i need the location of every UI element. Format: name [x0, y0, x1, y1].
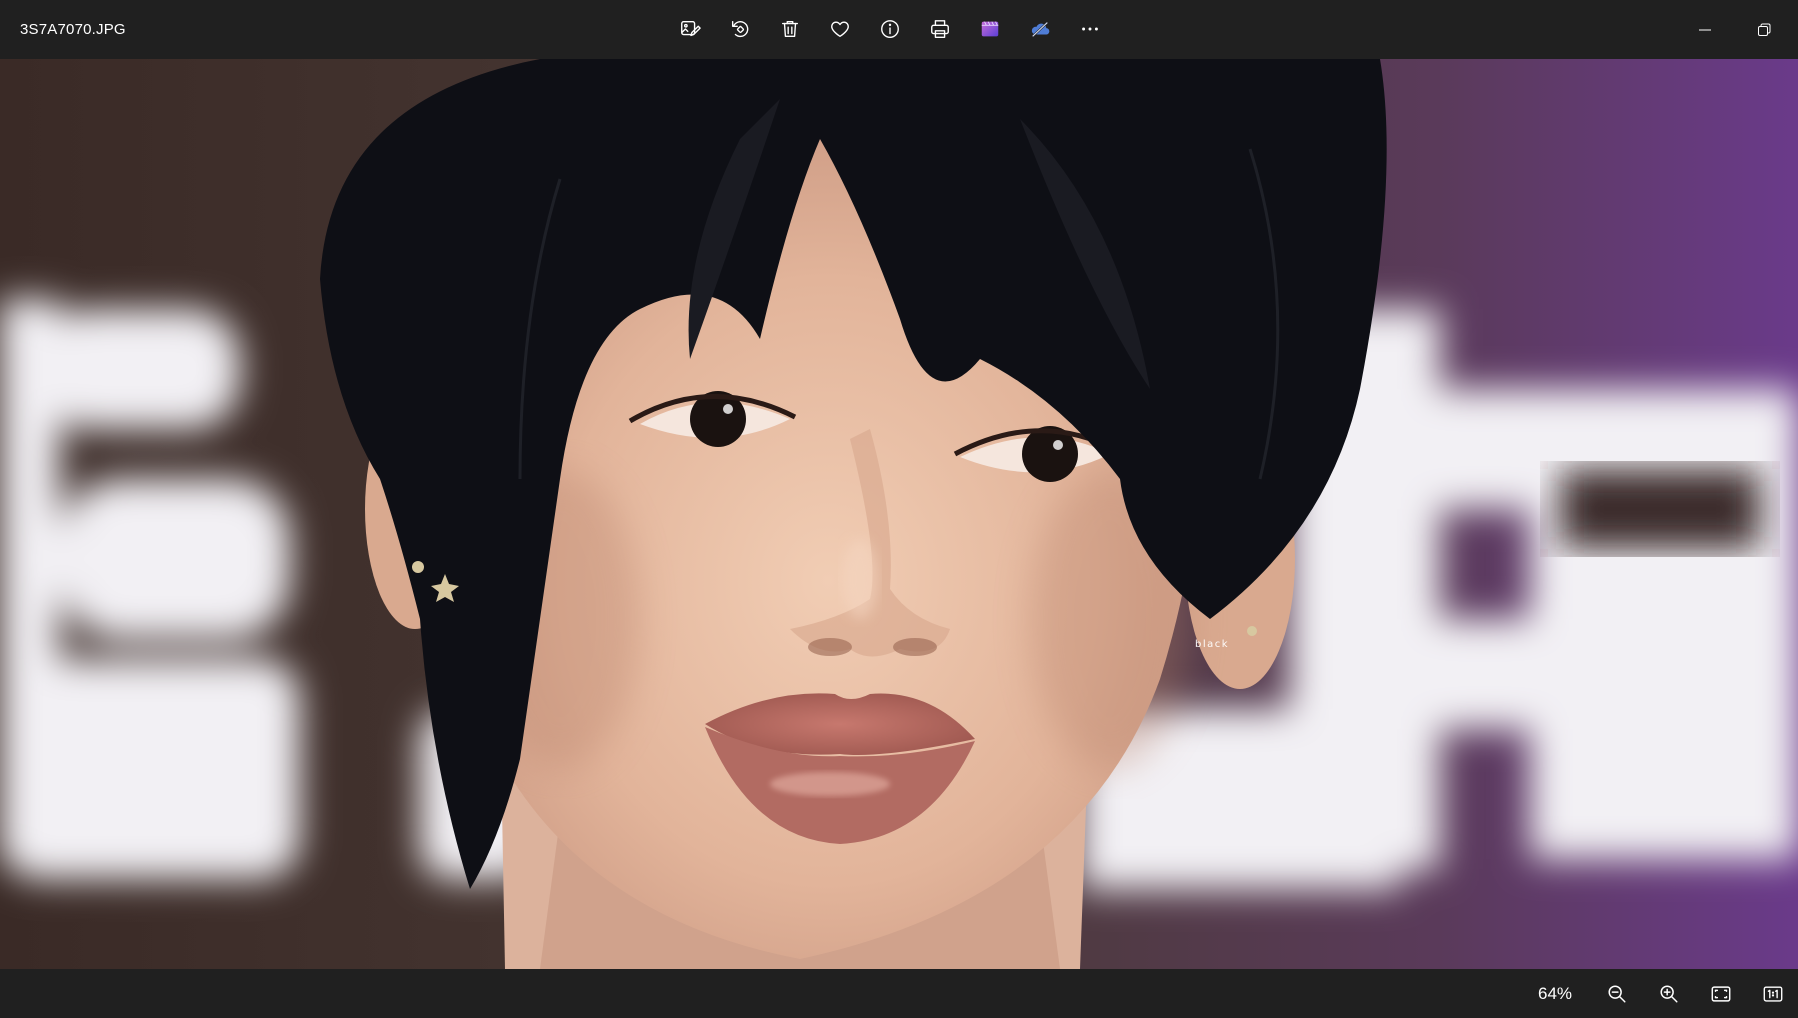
onedrive-button[interactable] [1015, 4, 1065, 54]
fit-to-window-icon [1711, 986, 1731, 1002]
minimize-button[interactable] [1676, 0, 1734, 59]
zoom-level: 64% [1538, 984, 1573, 1003]
file-name: 3S7A7070.JPG [20, 21, 126, 38]
image-toolbar [665, 4, 1115, 54]
bottom-bar: 64% [0, 969, 1798, 1018]
more-icon [1082, 27, 1098, 31]
title-bar: 3S7A7070.JPG [0, 0, 1798, 59]
edit-image-icon [681, 20, 701, 37]
zoom-out-icon [1608, 985, 1626, 1003]
trash-icon [781, 20, 799, 38]
onedrive-icon [1031, 21, 1050, 38]
photos-app-window: 3S7A7070.JPG black 64% [0, 0, 1798, 1018]
edit-image-button[interactable] [665, 4, 715, 54]
restore-button[interactable] [1735, 0, 1793, 59]
portrait-photo [0, 59, 1798, 969]
rotate-icon [731, 20, 749, 38]
fit-to-window-button[interactable] [1700, 973, 1742, 1015]
zoom-out-button[interactable] [1596, 973, 1638, 1015]
actual-size-icon [1763, 986, 1783, 1002]
info-icon [881, 20, 899, 38]
clipchamp-icon [981, 21, 999, 37]
zoom-in-button[interactable] [1648, 973, 1690, 1015]
zoom-in-icon [1660, 985, 1678, 1003]
favorite-button[interactable] [815, 4, 865, 54]
file-info-button[interactable] [865, 4, 915, 54]
rotate-button[interactable] [715, 4, 765, 54]
minimize-icon [1699, 29, 1711, 30]
more-options-button[interactable] [1065, 4, 1115, 54]
clipchamp-button[interactable] [965, 4, 1015, 54]
heart-icon [831, 21, 849, 38]
delete-button[interactable] [765, 4, 815, 54]
actual-size-button[interactable] [1752, 973, 1794, 1015]
print-button[interactable] [915, 4, 965, 54]
restore-icon [1758, 23, 1771, 36]
photo-watermark: black [1195, 639, 1230, 650]
printer-icon [931, 20, 949, 38]
image-viewport[interactable]: black [0, 59, 1798, 969]
